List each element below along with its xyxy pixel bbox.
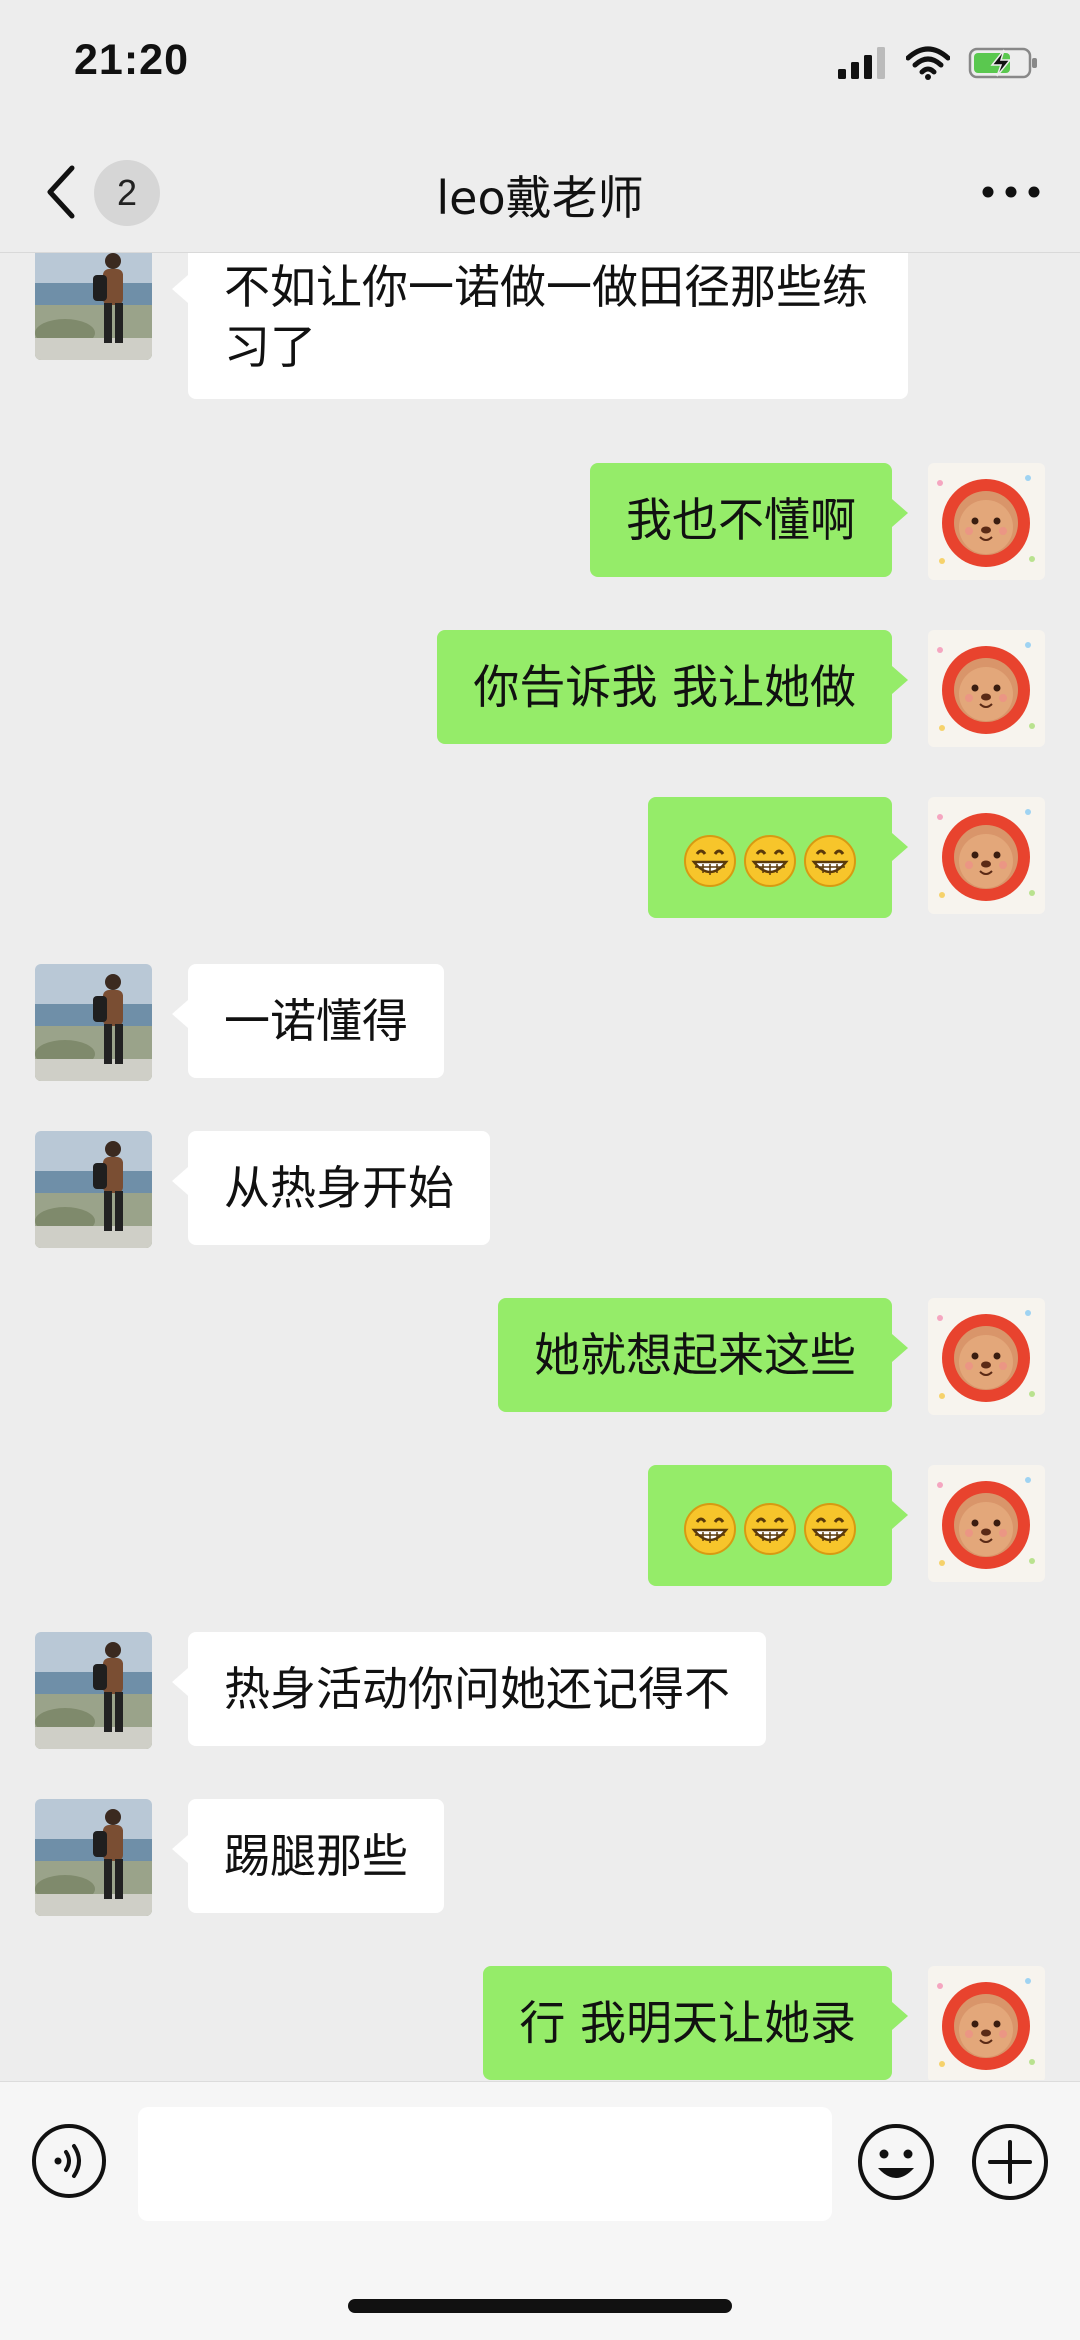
message-incoming: 一诺懂得 <box>0 964 1080 1084</box>
message-outgoing: 行 我明天让她录 <box>0 1966 1080 2080</box>
message-bubble[interactable]: 你告诉我 我让她做 <box>437 630 908 744</box>
message-bubble[interactable] <box>648 1465 908 1586</box>
message-bubble[interactable]: 从热身开始 <box>172 1131 490 1245</box>
grin-emoji-icon <box>743 1502 797 1556</box>
my-avatar[interactable] <box>928 797 1045 914</box>
contact-avatar[interactable] <box>35 1632 152 1749</box>
contact-avatar[interactable] <box>35 253 152 360</box>
chat-title: leo戴老师 <box>436 171 644 225</box>
message-incoming: 从热身开始 <box>0 1131 1080 1251</box>
message-outgoing: 她就想起来这些 <box>0 1298 1080 1418</box>
more-functions-plus-icon[interactable] <box>970 2122 1050 2202</box>
status-time: 21:20 <box>74 36 189 84</box>
voice-input-icon[interactable] <box>30 2122 108 2200</box>
grin-emoji-icon <box>683 834 737 888</box>
battery-charging-icon <box>968 47 1037 79</box>
grin-emoji-icon <box>803 1502 857 1556</box>
grin-emoji-icon <box>683 1502 737 1556</box>
cellular-signal-icon <box>838 47 885 79</box>
wifi-icon <box>906 46 950 80</box>
chat-message-list[interactable]: 不如让你一诺做一做田径那些练习了 我也不懂啊 你告诉我 我让她做 一诺懂得 从热… <box>0 253 1080 2080</box>
message-text-input[interactable] <box>138 2107 832 2221</box>
message-bubble[interactable]: 不如让你一诺做一做田径那些练习了 <box>172 253 908 399</box>
my-avatar[interactable] <box>928 1298 1045 1415</box>
message-incoming: 踢腿那些 <box>0 1799 1080 1919</box>
contact-avatar[interactable] <box>35 1799 152 1916</box>
nav-bar: 2 leo戴老师 <box>0 132 1080 253</box>
message-bubble[interactable] <box>648 797 908 918</box>
message-bubble[interactable]: 行 我明天让她录 <box>483 1966 908 2080</box>
grin-emoji-icon <box>803 834 857 888</box>
grin-emoji-icon <box>743 834 797 888</box>
message-outgoing: 我也不懂啊 <box>0 463 1080 583</box>
my-avatar[interactable] <box>928 1966 1045 2080</box>
home-indicator[interactable] <box>348 2299 732 2313</box>
my-avatar[interactable] <box>928 463 1045 580</box>
message-outgoing <box>0 1465 1080 1586</box>
status-icons <box>838 46 1040 80</box>
input-bar <box>0 2081 1080 2340</box>
my-avatar[interactable] <box>928 1465 1045 1582</box>
status-bar: 21:20 <box>0 0 1080 132</box>
message-bubble[interactable]: 我也不懂啊 <box>590 463 908 577</box>
message-bubble[interactable]: 踢腿那些 <box>172 1799 444 1913</box>
message-outgoing: 你告诉我 我让她做 <box>0 630 1080 750</box>
message-outgoing <box>0 797 1080 918</box>
my-avatar[interactable] <box>928 630 1045 747</box>
contact-avatar[interactable] <box>35 964 152 1081</box>
message-bubble[interactable]: 热身活动你问她还记得不 <box>172 1632 766 1746</box>
more-options-icon[interactable] <box>976 174 1046 210</box>
message-incoming: 热身活动你问她还记得不 <box>0 1632 1080 1752</box>
message-bubble[interactable]: 她就想起来这些 <box>498 1298 908 1412</box>
contact-avatar[interactable] <box>35 1131 152 1248</box>
message-bubble[interactable]: 一诺懂得 <box>172 964 444 1078</box>
emoji-picker-icon[interactable] <box>856 2122 936 2202</box>
message-incoming: 不如让你一诺做一做田径那些练习了 <box>0 253 1080 413</box>
